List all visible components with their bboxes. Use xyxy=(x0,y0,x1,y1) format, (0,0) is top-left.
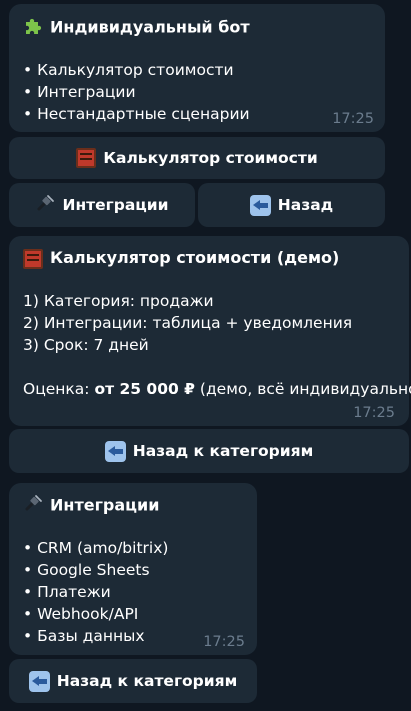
list-item: • CRM (amo/bitrix) xyxy=(23,539,169,557)
message-calculator-demo: Калькулятор стоимости (демо) 1) Категори… xyxy=(9,236,411,426)
back-to-categories-label: Назад к категориям xyxy=(56,672,238,690)
message-individual-bot: Индивидуальный бот • Калькулятор стоимос… xyxy=(9,4,385,132)
message-integrations: Интеграции • CRM (amo/bitrix) • Google S… xyxy=(9,483,257,655)
list-item: • Калькулятор стоимости xyxy=(23,61,234,79)
list-item: 3) Срок: 7 дней xyxy=(23,336,149,354)
plug-icon xyxy=(23,493,43,519)
calculator-button-label: Калькулятор стоимости xyxy=(103,149,318,167)
message-title: Индивидуальный бот xyxy=(23,15,250,41)
back-to-categories-label: Назад к категориям xyxy=(132,442,314,460)
estimate-note: (демо, всё индивидуально) xyxy=(194,380,411,398)
list-item: • Нестандартные сценарии xyxy=(23,105,250,123)
list-item: 1) Категория: продажи xyxy=(23,292,214,310)
message-title: Интеграции xyxy=(23,493,159,519)
back-arrow-icon xyxy=(104,440,126,462)
list-item: • Интеграции xyxy=(23,83,136,101)
list-item: • Базы данных xyxy=(23,627,145,645)
list-item: 2) Интеграции: таблица + уведомления xyxy=(23,314,353,332)
estimate-label: Оценка: xyxy=(23,380,95,398)
calculator-button[interactable]: Калькулятор стоимости xyxy=(9,137,385,179)
plug-icon xyxy=(35,193,55,217)
list-item: • Google Sheets xyxy=(23,561,150,579)
list-item: • Webhook/API xyxy=(23,605,139,623)
integrations-button[interactable]: Интеграции xyxy=(9,183,195,227)
abacus-icon xyxy=(76,148,97,168)
estimate-line: Оценка: от 25 000 ₽ (демо, всё индивидуа… xyxy=(23,378,411,400)
list-item: • Платежи xyxy=(23,583,111,601)
back-button[interactable]: Назад xyxy=(198,183,385,227)
message-timestamp: 17:25 xyxy=(353,405,395,421)
back-to-categories-button[interactable]: Назад к категориям xyxy=(9,429,409,473)
estimate-value: от 25 000 ₽ xyxy=(94,380,195,398)
back-arrow-icon xyxy=(28,670,50,692)
abacus-icon xyxy=(23,248,43,269)
puzzle-icon xyxy=(23,15,43,41)
message-title-text: Индивидуальный бот xyxy=(50,17,250,37)
back-to-categories-button[interactable]: Назад к категориям xyxy=(9,659,257,703)
back-button-label: Назад xyxy=(277,196,334,214)
message-timestamp: 17:25 xyxy=(332,111,374,127)
message-title-text: Калькулятор стоимости (демо) xyxy=(50,248,340,267)
integrations-button-label: Интеграции xyxy=(62,196,169,214)
message-title: Калькулятор стоимости (демо) xyxy=(23,247,339,269)
message-timestamp: 17:25 xyxy=(203,634,245,650)
back-arrow-icon xyxy=(249,194,271,216)
message-title-text: Интеграции xyxy=(50,495,160,515)
